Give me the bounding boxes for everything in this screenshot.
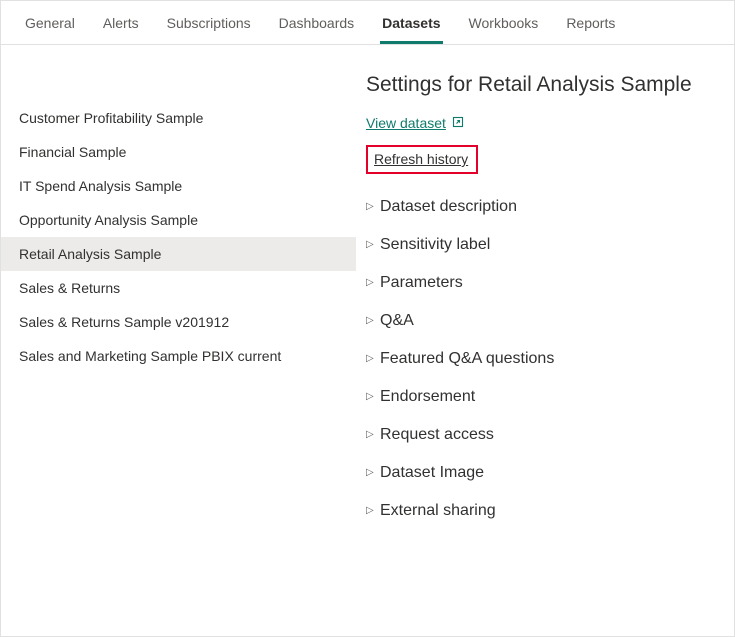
tab-datasets[interactable]: Datasets	[368, 1, 454, 44]
section-label: Dataset Image	[380, 464, 484, 482]
tab-general[interactable]: General	[11, 1, 89, 44]
section-label: Endorsement	[380, 388, 475, 406]
section-dataset-image[interactable]: ▷ Dataset Image	[366, 454, 724, 492]
chevron-right-icon: ▷	[366, 468, 376, 478]
chevron-right-icon: ▷	[366, 430, 376, 440]
sidebar-item-sales-returns-v201912[interactable]: Sales & Returns Sample v201912	[1, 305, 356, 339]
section-endorsement[interactable]: ▷ Endorsement	[366, 378, 724, 416]
section-dataset-description[interactable]: ▷ Dataset description	[366, 188, 724, 226]
view-dataset-link[interactable]: View dataset	[366, 115, 464, 131]
sidebar-item-opportunity-analysis[interactable]: Opportunity Analysis Sample	[1, 203, 356, 237]
section-label: External sharing	[380, 502, 496, 520]
sidebar-item-financial-sample[interactable]: Financial Sample	[1, 135, 356, 169]
external-link-icon	[452, 116, 464, 131]
tab-workbooks[interactable]: Workbooks	[455, 1, 553, 44]
chevron-right-icon: ▷	[366, 506, 376, 516]
chevron-right-icon: ▷	[366, 392, 376, 402]
view-dataset-label: View dataset	[366, 115, 446, 131]
section-label: Dataset description	[380, 198, 517, 216]
sidebar-item-it-spend[interactable]: IT Spend Analysis Sample	[1, 169, 356, 203]
content-area: Customer Profitability Sample Financial …	[1, 45, 734, 636]
section-featured-qa[interactable]: ▷ Featured Q&A questions	[366, 340, 724, 378]
sidebar-item-retail-analysis[interactable]: Retail Analysis Sample	[1, 237, 356, 271]
section-external-sharing[interactable]: ▷ External sharing	[366, 492, 724, 530]
sidebar-item-sales-marketing-pbix[interactable]: Sales and Marketing Sample PBIX current	[1, 339, 356, 373]
view-dataset-row: View dataset	[366, 115, 724, 131]
settings-panel: Settings for Retail Analysis Sample View…	[356, 45, 734, 636]
chevron-right-icon: ▷	[366, 278, 376, 288]
refresh-history-highlight: Refresh history	[366, 145, 478, 174]
sidebar-item-sales-returns[interactable]: Sales & Returns	[1, 271, 356, 305]
section-sensitivity-label[interactable]: ▷ Sensitivity label	[366, 226, 724, 264]
chevron-right-icon: ▷	[366, 316, 376, 326]
chevron-right-icon: ▷	[366, 202, 376, 212]
section-parameters[interactable]: ▷ Parameters	[366, 264, 724, 302]
page-title: Settings for Retail Analysis Sample	[366, 73, 724, 97]
section-label: Featured Q&A questions	[380, 350, 554, 368]
section-label: Request access	[380, 426, 494, 444]
chevron-right-icon: ▷	[366, 354, 376, 364]
refresh-history-link[interactable]: Refresh history	[374, 151, 468, 167]
chevron-right-icon: ▷	[366, 240, 376, 250]
tab-reports[interactable]: Reports	[552, 1, 629, 44]
tabs-bar: General Alerts Subscriptions Dashboards …	[1, 1, 734, 45]
section-label: Parameters	[380, 274, 463, 292]
sidebar-item-customer-profitability[interactable]: Customer Profitability Sample	[1, 101, 356, 135]
tab-alerts[interactable]: Alerts	[89, 1, 153, 44]
section-request-access[interactable]: ▷ Request access	[366, 416, 724, 454]
section-label: Sensitivity label	[380, 236, 490, 254]
section-qa[interactable]: ▷ Q&A	[366, 302, 724, 340]
tab-dashboards[interactable]: Dashboards	[265, 1, 369, 44]
dataset-list: Customer Profitability Sample Financial …	[1, 45, 356, 636]
tab-subscriptions[interactable]: Subscriptions	[153, 1, 265, 44]
section-label: Q&A	[380, 312, 414, 330]
